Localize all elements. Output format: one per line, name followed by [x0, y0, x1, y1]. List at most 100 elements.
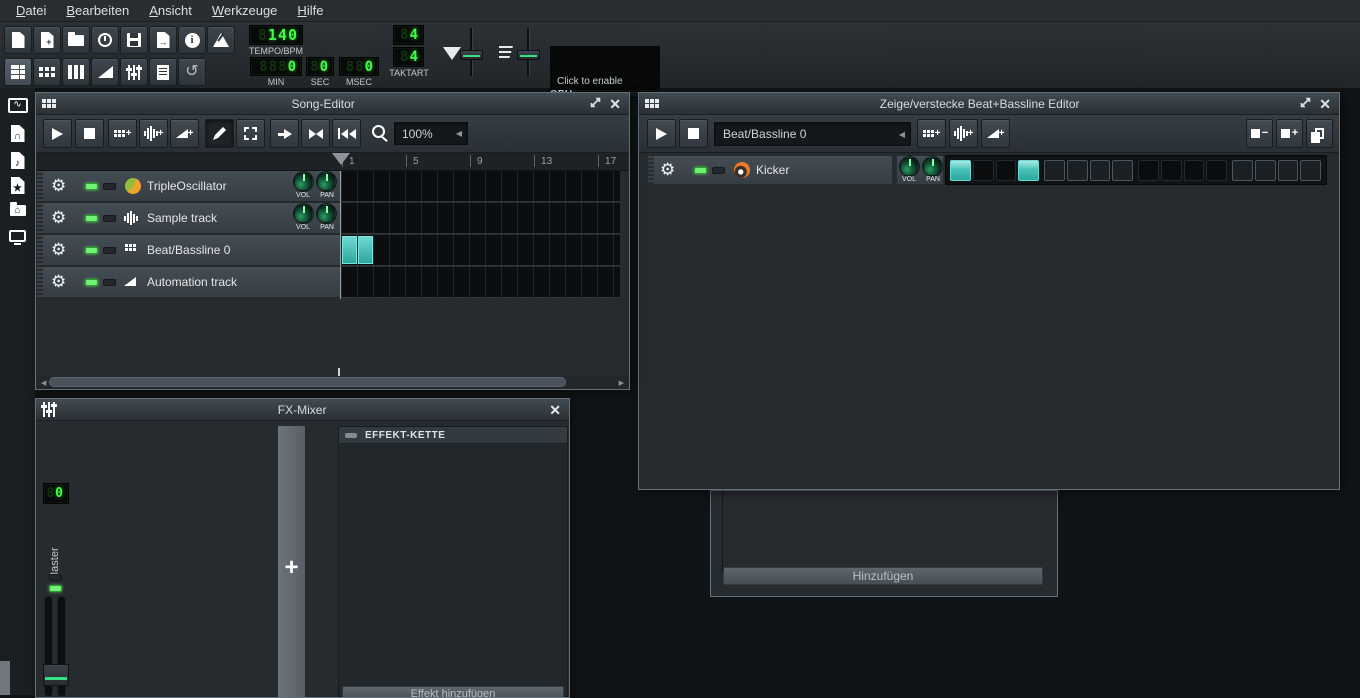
controller-rack-button[interactable]: ↺: [178, 58, 206, 86]
song-end-marker[interactable]: [338, 368, 340, 376]
track-grip[interactable]: [37, 235, 43, 265]
add-bb-track-button[interactable]: +: [917, 119, 946, 148]
track-pan-knob[interactable]: [317, 172, 336, 191]
timeline-forward-button[interactable]: [270, 119, 299, 148]
step-cell-10[interactable]: [1161, 160, 1182, 181]
time-sec-display[interactable]: 80: [306, 57, 334, 76]
track-solo-led[interactable]: [103, 183, 116, 190]
step-cell-15[interactable]: [1278, 160, 1299, 181]
track-head-sample[interactable]: ⚙ Sample track VOL PAN: [37, 203, 341, 234]
toggle-song-editor-button[interactable]: [4, 58, 32, 86]
taktart-denominator-display[interactable]: 84: [393, 47, 424, 67]
add-effect-button[interactable]: Effekt hinzufügen: [342, 686, 564, 698]
step-cell-5[interactable]: [1044, 160, 1065, 181]
sidebar-item-computer[interactable]: [6, 224, 29, 247]
step-cell-3[interactable]: [996, 160, 1017, 181]
track-mute-led[interactable]: [85, 215, 98, 222]
track-content-bb0[interactable]: [341, 235, 620, 266]
bb-editor-titlebar[interactable]: Zeige/verstecke Beat+Bassline Editor ✕: [639, 93, 1339, 115]
song-stop-button[interactable]: [75, 119, 104, 148]
zoom-level-select[interactable]: 100% ◀: [394, 122, 468, 145]
track-head-automation[interactable]: ⚙ Automation track: [37, 267, 341, 298]
track-solo-led[interactable]: [712, 167, 725, 174]
bb-pattern-segment[interactable]: [342, 236, 357, 264]
channel-mute-led[interactable]: [49, 574, 62, 581]
track-mute-led[interactable]: [85, 247, 98, 254]
track-grip[interactable]: [37, 267, 43, 297]
effect-chain-led[interactable]: [345, 433, 357, 438]
tempo-display[interactable]: 8140: [249, 25, 303, 45]
track-content-tripleoscillator[interactable]: [341, 171, 620, 202]
sidebar-scrollbar-fragment[interactable]: [0, 661, 10, 695]
track-gear-icon[interactable]: ⚙: [51, 177, 66, 194]
track-name[interactable]: Automation track: [147, 275, 237, 289]
menu-hilfe[interactable]: Hilfe: [287, 1, 333, 20]
track-volume-knob[interactable]: [294, 204, 313, 223]
step-cell-16[interactable]: [1300, 160, 1321, 181]
step-cell-7[interactable]: [1090, 160, 1111, 181]
sidebar-item-home[interactable]: ⌂: [6, 199, 29, 222]
scroll-left-icon[interactable]: ◀: [41, 379, 46, 387]
track-name[interactable]: Beat/Bassline 0: [147, 243, 230, 257]
edit-mode-button[interactable]: [236, 119, 265, 148]
metronome-button[interactable]: [207, 26, 235, 54]
add-automation-track-button[interactable]: +: [981, 119, 1010, 148]
add-fx-channel-button[interactable]: +: [278, 426, 305, 697]
step-cell-8[interactable]: [1112, 160, 1133, 181]
clone-steps-button[interactable]: [1306, 119, 1333, 148]
toggle-automation-editor-button[interactable]: [91, 58, 119, 86]
bb-stop-button[interactable]: [679, 119, 708, 148]
restore-window-button[interactable]: [590, 97, 601, 111]
close-window-button[interactable]: ✕: [549, 403, 561, 417]
track-content-sample[interactable]: [341, 203, 620, 234]
step-cell-14[interactable]: [1255, 160, 1276, 181]
time-min-display[interactable]: 8880: [250, 57, 302, 76]
step-cell-12[interactable]: [1206, 160, 1227, 181]
bb-play-button[interactable]: [647, 119, 676, 148]
master-volume-slider-handle[interactable]: [460, 50, 483, 60]
channel-fader[interactable]: [43, 596, 69, 697]
add-automation-track-button[interactable]: +: [170, 119, 199, 148]
step-cell-4[interactable]: [1018, 160, 1039, 181]
track-mute-led[interactable]: [85, 279, 98, 286]
menu-ansicht[interactable]: Ansicht: [139, 1, 202, 20]
bb-track-head-kicker[interactable]: ⚙ Kicker: [647, 155, 893, 185]
bb-pattern-selector[interactable]: Beat/Bassline 0 ◀: [714, 122, 911, 146]
new-project-button[interactable]: [4, 26, 32, 54]
bb-pattern-segment[interactable]: [358, 236, 373, 264]
track-head-tripleoscillator[interactable]: ⚙ TripleOscillator VOL PAN: [37, 171, 341, 202]
step-cell-13[interactable]: [1232, 160, 1253, 181]
window-menu-icon[interactable]: [645, 99, 659, 108]
sidebar-item-presets[interactable]: ♪: [6, 149, 29, 172]
draw-mode-button[interactable]: [205, 119, 234, 148]
menu-werkzeuge[interactable]: Werkzeuge: [202, 1, 288, 20]
playhead-marker[interactable]: [332, 153, 350, 165]
new-from-template-button[interactable]: +: [33, 26, 61, 54]
song-editor-titlebar[interactable]: Song-Editor ✕: [36, 93, 629, 115]
save-project-button[interactable]: [120, 26, 148, 54]
track-grip[interactable]: [37, 171, 43, 201]
track-name[interactable]: Kicker: [756, 163, 789, 177]
project-properties-button[interactable]: i: [178, 26, 206, 54]
sidebar-item-samples[interactable]: ∩: [6, 122, 29, 145]
track-volume-knob[interactable]: [294, 172, 313, 191]
remove-steps-button[interactable]: −: [1246, 119, 1273, 148]
window-menu-icon[interactable]: [42, 99, 56, 108]
time-msec-display[interactable]: 880: [339, 57, 379, 76]
toggle-fx-mixer-button[interactable]: [120, 58, 148, 86]
fx-mixer-titlebar[interactable]: FX-Mixer ✕: [36, 399, 569, 421]
hinzufuegen-button[interactable]: Hinzufügen: [723, 567, 1043, 585]
dropdown-arrow-icon[interactable]: ◀: [451, 129, 467, 138]
track-solo-led[interactable]: [103, 215, 116, 222]
track-grip[interactable]: [648, 156, 654, 184]
step-cell-11[interactable]: [1184, 160, 1205, 181]
track-mute-led[interactable]: [85, 183, 98, 190]
track-gear-icon[interactable]: ⚙: [51, 209, 66, 226]
output-visualizer[interactable]: Click to enable: [550, 46, 660, 90]
track-pan-knob[interactable]: [317, 204, 336, 223]
add-steps-button[interactable]: +: [1276, 119, 1303, 148]
step-cell-2[interactable]: [973, 160, 994, 181]
timeline-rewind-button[interactable]: [332, 119, 361, 148]
track-gear-icon[interactable]: ⚙: [51, 273, 66, 290]
menu-bearbeiten[interactable]: Bearbeiten: [56, 1, 139, 20]
